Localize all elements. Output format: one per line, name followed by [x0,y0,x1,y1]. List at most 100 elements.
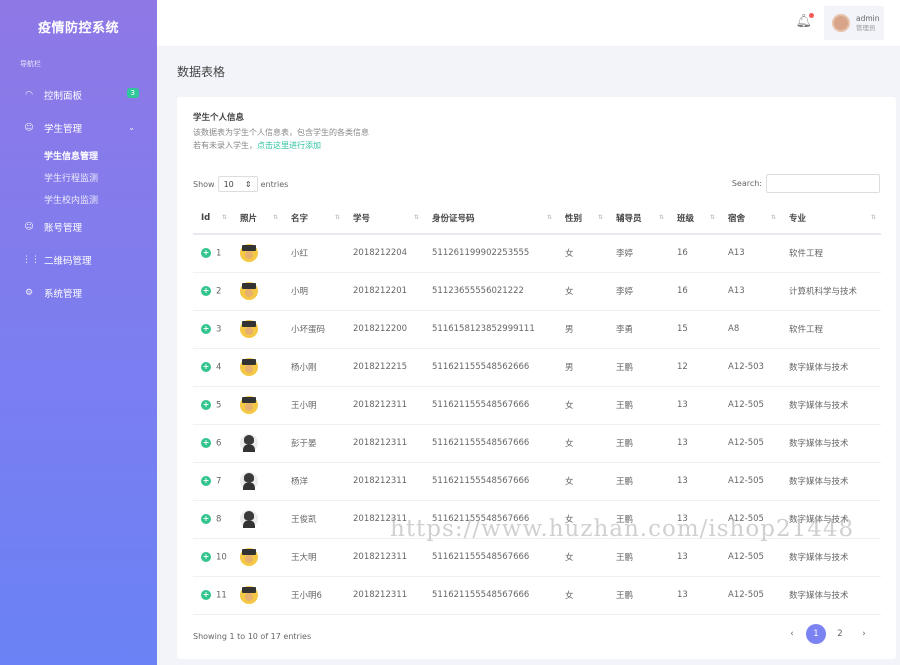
cell-gender: 女 [557,272,608,311]
row-id: 2 [216,286,222,297]
cell-student-no: 2018212311 [345,462,424,501]
sidebar-subitem-student-trips[interactable]: 学生行程监测 [0,166,157,188]
sidebar-item-student-management[interactable]: ☺ 学生管理 ⌄ [0,111,157,144]
cell-gender: 女 [557,576,608,615]
expand-row-icon[interactable]: + [201,361,211,372]
column-header[interactable]: 身份证号码 ⇅ [424,203,557,235]
cell-major: 数字媒体与技术 [781,576,881,615]
cell-id: +11 [193,576,232,615]
search-label: Search: [731,179,762,188]
table-row[interactable]: +3 小坏蛋码 2018212200 5116158123852999111 男李勇 15… [193,310,881,349]
cell-class: 12 [669,348,720,387]
sort-icon: ⇅ [870,214,876,221]
expand-row-icon[interactable]: + [201,551,211,562]
pagination-page-1[interactable]: 1 [806,624,826,644]
column-header-label: 照片 [240,214,258,224]
desc-line-1: 该数据表为学生个人信息表，包含学生的各类信息 [193,128,369,137]
entries-length-control: Show 10 ⇕ entries [193,176,288,192]
table-row[interactable]: +7 杨洋 2018212311 511621155548567666 女王鹏 13 A12… [193,462,881,501]
cell-name: 彭于晏 [283,424,345,463]
cell-gender: 男 [557,348,608,387]
expand-row-icon[interactable]: + [201,513,211,524]
column-header[interactable]: 名字 ⇅ [283,203,345,235]
pagination-page-2[interactable]: 2 [830,624,850,644]
cell-dorm: A12-505 [720,386,781,425]
sort-icon: ⇅ [658,214,664,221]
pagination-prev[interactable]: ‹ [782,624,802,644]
cell-dorm: A12-505 [720,462,781,501]
table-row[interactable]: +6 彭于晏 2018212311 511621155548567666 女王鹏 13 A1… [193,424,881,463]
cell-photo [232,424,283,463]
cell-counselor: 王鹏 [608,386,669,425]
cell-class: 13 [669,386,720,425]
cell-id-card: 511621155548567666 [424,576,557,615]
expand-row-icon[interactable]: + [201,475,211,486]
sidebar-item-accounts[interactable]: ☺ 账号管理 [0,210,157,243]
search-input[interactable] [766,174,880,193]
sidebar-item-label: 学生管理 [44,123,83,135]
cell-student-no: 2018212311 [345,576,424,615]
notification-dot [809,13,814,18]
table-row[interactable]: +11 王小明6 2018212311 511621155548567666 女王鹏 13… [193,576,881,615]
dashboard-icon: ◠ [25,89,33,100]
sidebar-subitem-student-info[interactable]: 学生信息管理 [0,144,157,166]
cell-counselor: 李婷 [608,234,669,273]
pagination-next[interactable]: › [854,624,874,644]
cell-major: 数字媒体与技术 [781,538,881,577]
sidebar-subitem-campus-monitoring[interactable]: 学生校内监测 [0,188,157,210]
expand-row-icon[interactable]: + [201,399,211,410]
column-header[interactable]: 专业 ⇅ [781,203,881,235]
column-header-label: 身份证号码 [432,214,475,224]
column-header-label: 专业 [789,214,807,224]
add-student-link[interactable]: 点击这里进行添加 [257,141,321,150]
column-header[interactable]: 照片 ⇅ [232,203,283,235]
student-photo [240,548,258,566]
table-row[interactable]: +1 小红 2018212204 511261199902253555 女李婷 16 A13… [193,234,881,273]
column-header-label: 学号 [353,214,371,224]
bell-icon[interactable]: 🔔︎ [795,13,814,29]
table-row[interactable]: +10 王大明 2018212311 511621155548567666 女王鹏 13 A… [193,538,881,577]
table-row[interactable]: +2 小明 2018212201 51123655556021222 女李婷 16 A13 计… [193,272,881,311]
cell-photo [232,272,283,311]
nav-caption: 导航栏 [20,60,41,68]
cell-counselor: 王鹏 [608,348,669,387]
cell-gender: 女 [557,386,608,425]
cell-major: 软件工程 [781,310,881,349]
cell-photo [232,538,283,577]
cell-major: 软件工程 [781,234,881,273]
sort-icon: ⇅ [413,214,419,221]
sidebar-item-system[interactable]: ⚙ 系统管理 [0,276,157,309]
entries-select[interactable]: 10 ⇕ [217,176,258,192]
row-id: 1 [216,248,222,259]
student-photo [240,434,258,452]
expand-row-icon[interactable]: + [201,248,211,258]
cell-student-no: 2018212311 [345,538,424,577]
cell-name: 小坏蛋码 [283,310,345,349]
expand-row-icon[interactable]: + [201,323,211,334]
table-header-row: Id ⇅ 照片 ⇅ 名字 ⇅ 学号 ⇅ 身份证号码 ⇅ 性别 ⇅ 辅导员 ⇅ 班级 ⇅ 宿舍 ⇅ 专业 ⇅ [193,203,881,235]
expand-row-icon[interactable]: + [201,589,211,600]
cell-name: 王大明 [283,538,345,577]
sidebar-item-dashboard[interactable]: ◠ 控制面板 3 [0,78,157,111]
cell-id: +7 [193,462,232,501]
column-header[interactable]: 宿舍 ⇅ [720,203,781,235]
column-header[interactable]: 学号 ⇅ [345,203,424,235]
student-photo [240,282,258,300]
cell-photo [232,500,283,539]
column-header[interactable]: 班级 ⇅ [669,203,720,235]
expand-row-icon[interactable]: + [201,437,211,448]
sidebar-item-qrcode[interactable]: ⋮⋮ 二维码管理 [0,243,157,276]
table-row[interactable]: +5 王小明 2018212311 511621155548567666 女王鹏 13 A1… [193,386,881,425]
table-row[interactable]: +4 杨小刚 2018212215 511621155548562666 男王鹏 12 A1… [193,348,881,387]
cell-student-no: 2018212215 [345,348,424,387]
card-title: 学生个人信息 [193,113,245,123]
column-header[interactable]: 性别 ⇅ [557,203,608,235]
user-menu[interactable]: admin 管理员 [824,6,884,40]
column-header[interactable]: Id ⇅ [193,203,232,235]
expand-row-icon[interactable]: + [201,285,211,296]
entries-label: entries [260,179,289,189]
cell-major: 数字媒体与技术 [781,348,881,387]
row-id: 3 [216,324,222,335]
column-header[interactable]: 辅导员 ⇅ [608,203,669,235]
cell-photo [232,310,283,349]
